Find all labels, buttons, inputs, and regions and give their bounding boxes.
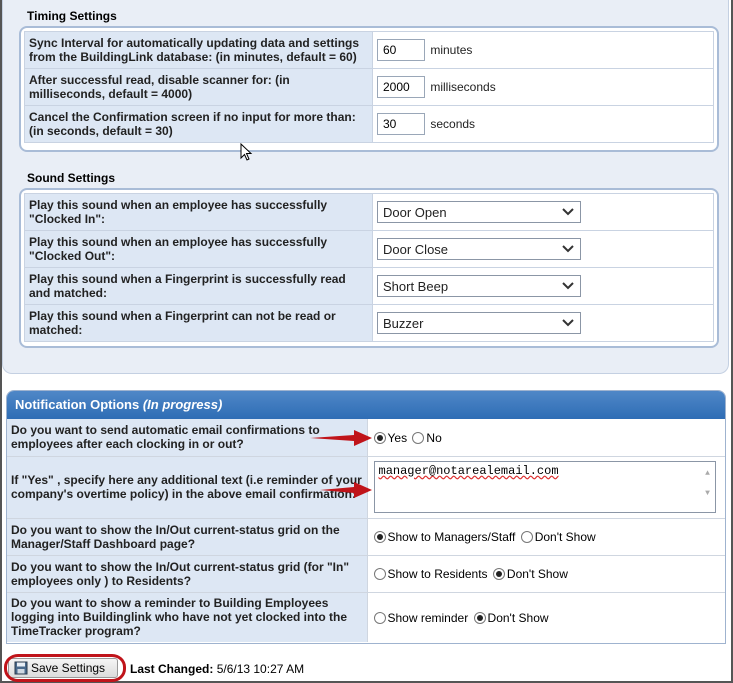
fingerprint-success-sound-value: Short Beep	[383, 279, 449, 294]
notification-options-header: Notification Options (In progress)	[7, 391, 725, 419]
reminder-dont-show-radio[interactable]	[473, 611, 486, 624]
save-highlight-ring	[4, 654, 126, 682]
show-reminder-label: Show reminder	[387, 610, 469, 625]
clocked-out-sound-select[interactable]: Door Close	[377, 238, 581, 260]
sound-settings-group: Play this sound when an employee has suc…	[19, 188, 719, 348]
top-settings-area: Timing Settings Sync Interval for automa…	[2, 0, 729, 374]
residents-dont-show-radio[interactable]	[492, 567, 505, 580]
mouse-pointer-icon	[240, 143, 253, 161]
residents-dont-show-label: Don't Show	[506, 566, 568, 581]
email-text-label: If "Yes" , specify here any additional t…	[7, 456, 368, 519]
sync-interval-label: Sync Interval for automatically updating…	[24, 31, 373, 69]
residents-grid-row: Do you want to show the In/Out current-s…	[7, 555, 725, 593]
email-confirm-no-radio[interactable]	[412, 431, 425, 444]
show-residents-radio[interactable]	[373, 567, 386, 580]
last-changed: Last Changed: 5/6/13 10:27 AM	[130, 662, 304, 676]
timing-row-cancel: Cancel the Confirmation screen if no inp…	[24, 105, 714, 143]
email-confirm-no-label: No	[426, 430, 442, 445]
show-managers-radio[interactable]	[373, 530, 386, 543]
cancel-confirmation-unit: seconds	[430, 117, 476, 131]
chevron-down-icon	[562, 282, 574, 290]
footer-bar: Save Settings Last Changed: 5/6/13 10:27…	[4, 654, 729, 682]
fingerprint-success-sound-label: Play this sound when a Fingerprint is su…	[24, 267, 373, 305]
dashboard-dont-show-radio[interactable]	[520, 530, 533, 543]
sync-interval-unit: minutes	[430, 43, 473, 57]
residents-grid-label: Do you want to show the In/Out current-s…	[7, 555, 368, 593]
reminder-row: Do you want to show a reminder to Buildi…	[7, 592, 725, 642]
show-residents-label: Show to Residents	[387, 566, 488, 581]
last-changed-label: Last Changed:	[130, 662, 214, 676]
disable-scanner-input[interactable]	[377, 76, 425, 98]
fingerprint-fail-sound-value: Buzzer	[383, 316, 424, 331]
disable-scanner-label: After successful read, disable scanner f…	[24, 68, 373, 106]
chevron-down-icon	[562, 245, 574, 253]
red-arrow-icon	[320, 482, 372, 498]
reminder-label: Do you want to show a reminder to Buildi…	[7, 592, 368, 642]
clocked-out-sound-label: Play this sound when an employee has suc…	[24, 230, 373, 268]
disable-scanner-unit: milliseconds	[430, 80, 496, 94]
sound-settings-title: Sound Settings	[27, 171, 115, 185]
timing-row-sync: Sync Interval for automatically updating…	[24, 31, 714, 69]
timing-settings-group: Sync Interval for automatically updating…	[19, 26, 719, 152]
red-arrow-icon	[310, 430, 372, 446]
email-text-value: manager@notarealemail.com	[378, 464, 559, 478]
fingerprint-fail-sound-label: Play this sound when a Fingerprint can n…	[24, 304, 373, 342]
reminder-dont-show-label: Don't Show	[487, 610, 549, 625]
cancel-confirmation-input[interactable]	[377, 113, 425, 135]
notification-options-title: Notification Options	[15, 397, 140, 412]
show-reminder-radio[interactable]	[373, 611, 386, 624]
email-confirm-yes-radio[interactable]	[373, 431, 386, 444]
fingerprint-success-sound-select[interactable]: Short Beep	[377, 275, 581, 297]
dashboard-grid-label: Do you want to show the In/Out current-s…	[7, 518, 368, 556]
email-confirm-yes-label: Yes	[387, 430, 408, 445]
clocked-in-sound-label: Play this sound when an employee has suc…	[24, 193, 373, 231]
clocked-in-sound-value: Door Open	[383, 205, 447, 220]
chevron-down-icon	[562, 208, 574, 216]
timing-row-disable: After successful read, disable scanner f…	[24, 68, 714, 106]
last-changed-value: 5/6/13 10:27 AM	[216, 662, 305, 676]
dashboard-dont-show-label: Don't Show	[534, 529, 596, 544]
sync-interval-input[interactable]	[377, 39, 425, 61]
show-managers-label: Show to Managers/Staff	[387, 529, 516, 544]
clocked-out-sound-value: Door Close	[383, 242, 449, 257]
timing-settings-title: Timing Settings	[27, 9, 117, 23]
chevron-down-icon	[562, 319, 574, 327]
cancel-confirmation-label: Cancel the Confirmation screen if no inp…	[24, 105, 373, 143]
dashboard-grid-row: Do you want to show the In/Out current-s…	[7, 518, 725, 556]
email-text-textarea[interactable]: manager@notarealemail.com ▲ ▼	[373, 461, 716, 513]
clocked-in-sound-select[interactable]: Door Open	[377, 201, 581, 223]
textarea-scrollbar[interactable]: ▲ ▼	[703, 464, 713, 510]
fingerprint-fail-sound-select[interactable]: Buzzer	[377, 312, 581, 334]
notification-options-note: (In progress)	[142, 397, 223, 412]
